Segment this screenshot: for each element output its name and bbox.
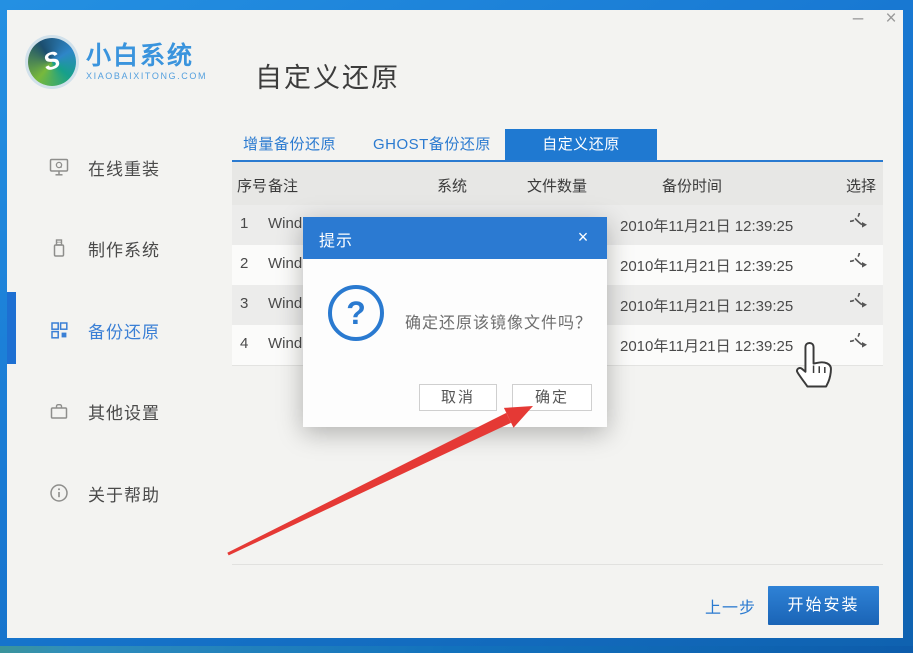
col-header-select: 选择 (846, 175, 876, 196)
close-icon[interactable]: × (878, 7, 904, 33)
row-index: 3 (240, 295, 248, 312)
start-install-button[interactable]: 开始安装 (768, 586, 879, 625)
logo-swirl-icon: S (28, 38, 76, 86)
dialog-message: 确定还原该镜像文件吗？ (405, 309, 592, 333)
row-backup-time: 2010年11月21日 12:39:25 (620, 295, 793, 316)
col-header-index: 序号 (237, 175, 267, 196)
app-logo: S 小白系统 XIAOBAIXITONG.COM (28, 38, 207, 86)
page-title: 自定义还原 (255, 56, 400, 95)
sidebar-item-label: 备份还原 (88, 318, 160, 343)
col-header-note: 备注 (268, 175, 298, 196)
sidebar-item-online-reinstall[interactable]: 在线重装 (48, 150, 218, 184)
row-note: Wind (268, 335, 302, 352)
sidebar-item-label: 关于帮助 (88, 481, 160, 506)
row-index: 2 (240, 255, 248, 272)
confirm-dialog: 提示 × ? 确定还原该镜像文件吗？ 取消 确定 (303, 217, 607, 427)
sidebar-item-label: 在线重装 (88, 155, 160, 180)
briefcase-icon (48, 400, 70, 422)
row-backup-time: 2010年11月21日 12:39:25 (620, 335, 793, 356)
tab-custom-restore[interactable]: 自定义还原 (505, 129, 657, 160)
sidebar-active-indicator (7, 292, 16, 364)
row-backup-time: 2010年11月21日 12:39:25 (620, 215, 793, 236)
row-backup-time: 2010年11月21日 12:39:25 (620, 255, 793, 276)
dialog-close-icon[interactable]: × (571, 225, 595, 249)
restore-icon[interactable] (850, 333, 874, 357)
confirm-button[interactable]: 确定 (512, 384, 592, 411)
row-note: Wind (268, 215, 302, 232)
restore-icon[interactable] (850, 293, 874, 317)
backup-grid-icon (48, 319, 70, 341)
sidebar-item-label: 制作系统 (88, 236, 160, 261)
tab-ghost-backup-restore[interactable]: GHOST备份还原 (373, 129, 491, 160)
desktop: – × S 小白系统 XIAOBAIXITONG.COM 自定义还原 在线重装 … (0, 0, 913, 653)
row-note: Wind (268, 295, 302, 312)
question-glyph: ? (346, 297, 366, 329)
col-header-backup-time: 备份时间 (662, 175, 722, 196)
monitor-reinstall-icon (48, 156, 70, 178)
dialog-title: 提示 (319, 227, 353, 251)
sidebar-item-backup-restore[interactable]: 备份还原 (48, 313, 218, 347)
restore-icon[interactable] (850, 253, 874, 277)
sidebar-item-about-help[interactable]: 关于帮助 (48, 476, 218, 510)
question-mark-icon: ? (328, 285, 384, 341)
col-header-filecount: 文件数量 (527, 175, 587, 196)
tab-incremental-backup-restore[interactable]: 增量备份还原 (243, 129, 336, 160)
sidebar-item-make-system[interactable]: 制作系统 (48, 231, 218, 265)
minimize-icon[interactable]: – (845, 7, 871, 33)
sidebar-item-other-settings[interactable]: 其他设置 (48, 394, 218, 428)
sidebar-item-label: 其他设置 (88, 399, 160, 424)
restore-icon[interactable] (850, 213, 874, 237)
info-icon (48, 482, 70, 504)
usb-drive-icon (48, 237, 70, 259)
row-index: 1 (240, 215, 248, 232)
footer-divider (232, 564, 883, 565)
cancel-button[interactable]: 取消 (419, 384, 497, 411)
brand-text: 小白系统 XIAOBAIXITONG.COM (86, 43, 207, 81)
col-header-system: 系统 (437, 175, 467, 196)
row-note: Wind (268, 255, 302, 272)
previous-step-link[interactable]: 上一步 (705, 594, 756, 618)
logo-letter: S (40, 46, 64, 78)
brand-domain: XIAOBAIXITONG.COM (86, 71, 207, 81)
hand-cursor-icon (793, 340, 835, 400)
row-index: 4 (240, 335, 248, 352)
brand-name: 小白系统 (86, 43, 207, 69)
